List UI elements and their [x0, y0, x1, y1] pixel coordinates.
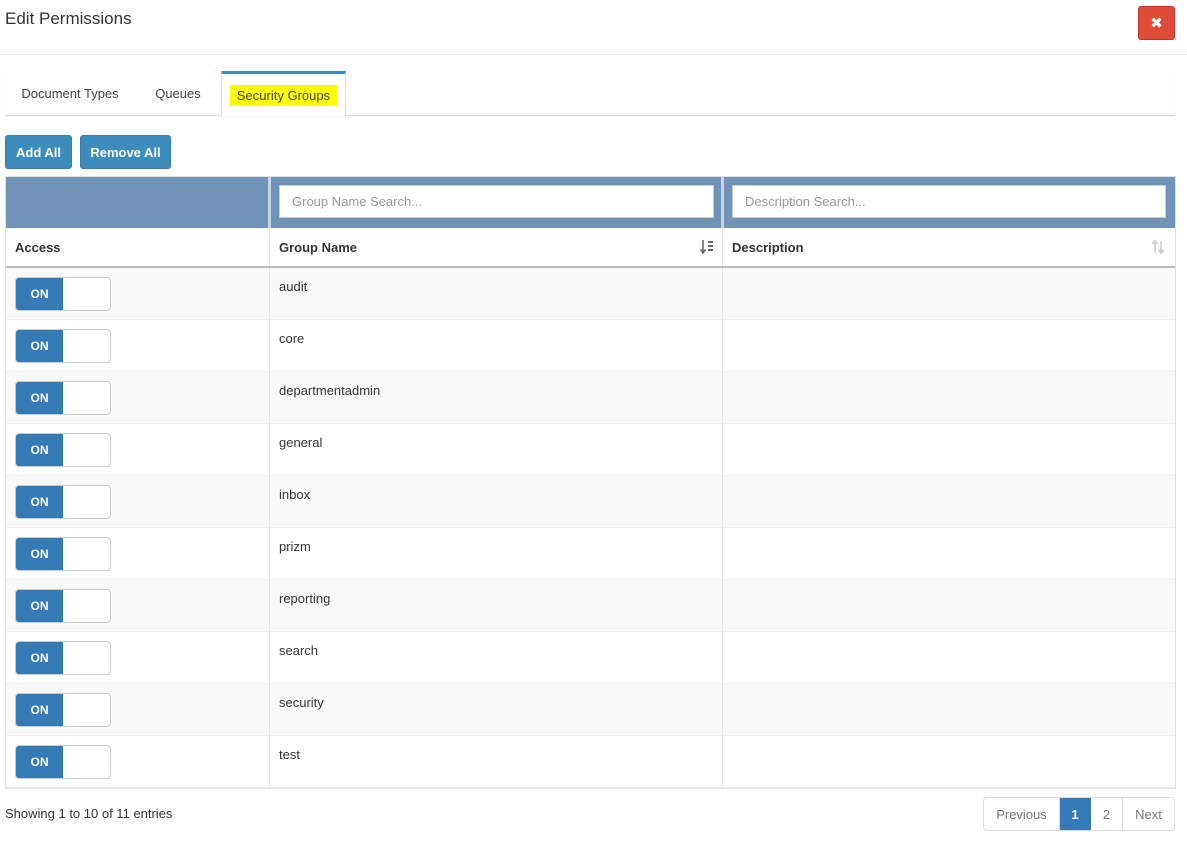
- group-name-cell: general: [279, 435, 323, 450]
- divider: [722, 684, 723, 735]
- divider: [722, 632, 723, 683]
- table-row: ON inbox: [6, 476, 1175, 528]
- divider: [269, 580, 270, 631]
- sort-neutral-icon: [1151, 239, 1165, 255]
- access-toggle[interactable]: ON: [15, 277, 111, 311]
- add-all-button[interactable]: Add All: [5, 135, 72, 169]
- toggle-on-label: ON: [16, 746, 63, 778]
- toggle-on-label: ON: [16, 590, 63, 622]
- access-toggle[interactable]: ON: [15, 537, 111, 571]
- table-body: ON audit ON core ON departmentadmin ON g…: [6, 268, 1175, 788]
- column-header-label: Group Name: [279, 239, 358, 255]
- divider: [722, 580, 723, 631]
- divider: [269, 736, 270, 787]
- table-row: ON general: [6, 424, 1175, 476]
- toggle-on-label: ON: [16, 434, 63, 466]
- group-name-cell: inbox: [279, 487, 311, 502]
- table-row: ON test: [6, 736, 1175, 788]
- tab-label: Security Groups: [229, 84, 338, 106]
- toggle-on-label: ON: [16, 694, 63, 726]
- group-name-cell: prizm: [279, 539, 311, 554]
- toggle-on-label: ON: [16, 486, 63, 518]
- remove-all-button[interactable]: Remove All: [80, 135, 171, 169]
- divider: [269, 476, 270, 527]
- tab-label: Queues: [155, 85, 201, 101]
- divider: [269, 528, 270, 579]
- tab-bar: Document Types Queues Security Groups: [5, 71, 1175, 116]
- pagination-page-2[interactable]: 2: [1091, 798, 1123, 830]
- divider: [722, 736, 723, 787]
- table-row: ON reporting: [6, 580, 1175, 632]
- divider: [722, 476, 723, 527]
- tab-document-types[interactable]: Document Types: [5, 71, 135, 115]
- column-header-group-name[interactable]: Group Name: [270, 228, 722, 266]
- toggle-on-label: ON: [16, 278, 63, 310]
- column-header-description[interactable]: Description: [723, 228, 1175, 266]
- tab-label: Document Types: [21, 85, 119, 101]
- pagination-page-1[interactable]: 1: [1060, 798, 1091, 830]
- divider: [269, 372, 270, 423]
- table-info: Showing 1 to 10 of 11 entries: [5, 806, 173, 821]
- access-toggle[interactable]: ON: [15, 693, 111, 727]
- column-search-row: Group Name Search... Description Search.…: [6, 177, 1175, 228]
- sort-alpha-asc-icon: [700, 240, 713, 255]
- table-header: Access Group Name Description: [6, 228, 1175, 268]
- toggle-on-label: ON: [16, 330, 63, 362]
- toggle-on-label: ON: [16, 538, 63, 570]
- table-row: ON departmentadmin: [6, 372, 1175, 424]
- divider: [722, 424, 723, 475]
- divider: [269, 268, 270, 319]
- access-toggle[interactable]: ON: [15, 745, 111, 779]
- close-icon: ✖: [1150, 15, 1163, 32]
- table-row: ON search: [6, 632, 1175, 684]
- divider: [269, 424, 270, 475]
- access-toggle[interactable]: ON: [15, 381, 111, 415]
- group-name-cell: reporting: [279, 591, 331, 606]
- divider: [269, 684, 270, 735]
- table-row: ON audit: [6, 268, 1175, 320]
- description-search-input[interactable]: Description Search...: [732, 185, 1166, 218]
- table-row: ON security: [6, 684, 1175, 736]
- group-name-cell: search: [279, 643, 319, 658]
- access-toggle[interactable]: ON: [15, 485, 111, 519]
- divider: [269, 632, 270, 683]
- modal-header: Edit Permissions ✖: [0, 0, 1187, 55]
- access-toggle[interactable]: ON: [15, 329, 111, 363]
- divider: [269, 320, 270, 371]
- group-name-cell: test: [279, 747, 300, 762]
- divider: [722, 528, 723, 579]
- access-toggle[interactable]: ON: [15, 641, 111, 675]
- close-button[interactable]: ✖: [1138, 6, 1175, 40]
- toggle-on-label: ON: [16, 642, 63, 674]
- divider: [722, 372, 723, 423]
- group-name-search-input[interactable]: Group Name Search...: [279, 185, 714, 218]
- toggle-on-label: ON: [16, 382, 63, 414]
- group-name-cell: security: [279, 695, 324, 710]
- group-name-cell: audit: [279, 279, 308, 294]
- table-row: ON core: [6, 320, 1175, 372]
- group-name-cell: core: [279, 331, 305, 346]
- group-name-cell: departmentadmin: [279, 383, 381, 398]
- divider: [268, 177, 271, 228]
- divider: [721, 177, 724, 228]
- column-header-access[interactable]: Access: [6, 228, 269, 266]
- tab-queues[interactable]: Queues: [135, 71, 221, 115]
- column-header-label: Description: [732, 239, 804, 255]
- pagination: Previous 1 2 Next: [983, 797, 1175, 831]
- table-row: ON prizm: [6, 528, 1175, 580]
- access-toggle[interactable]: ON: [15, 433, 111, 467]
- tab-security-groups[interactable]: Security Groups: [221, 71, 346, 116]
- divider: [722, 268, 723, 319]
- pagination-next[interactable]: Next: [1123, 798, 1174, 830]
- access-toggle[interactable]: ON: [15, 589, 111, 623]
- pagination-previous[interactable]: Previous: [984, 798, 1060, 830]
- modal-title: Edit Permissions: [5, 9, 132, 28]
- divider: [722, 320, 723, 371]
